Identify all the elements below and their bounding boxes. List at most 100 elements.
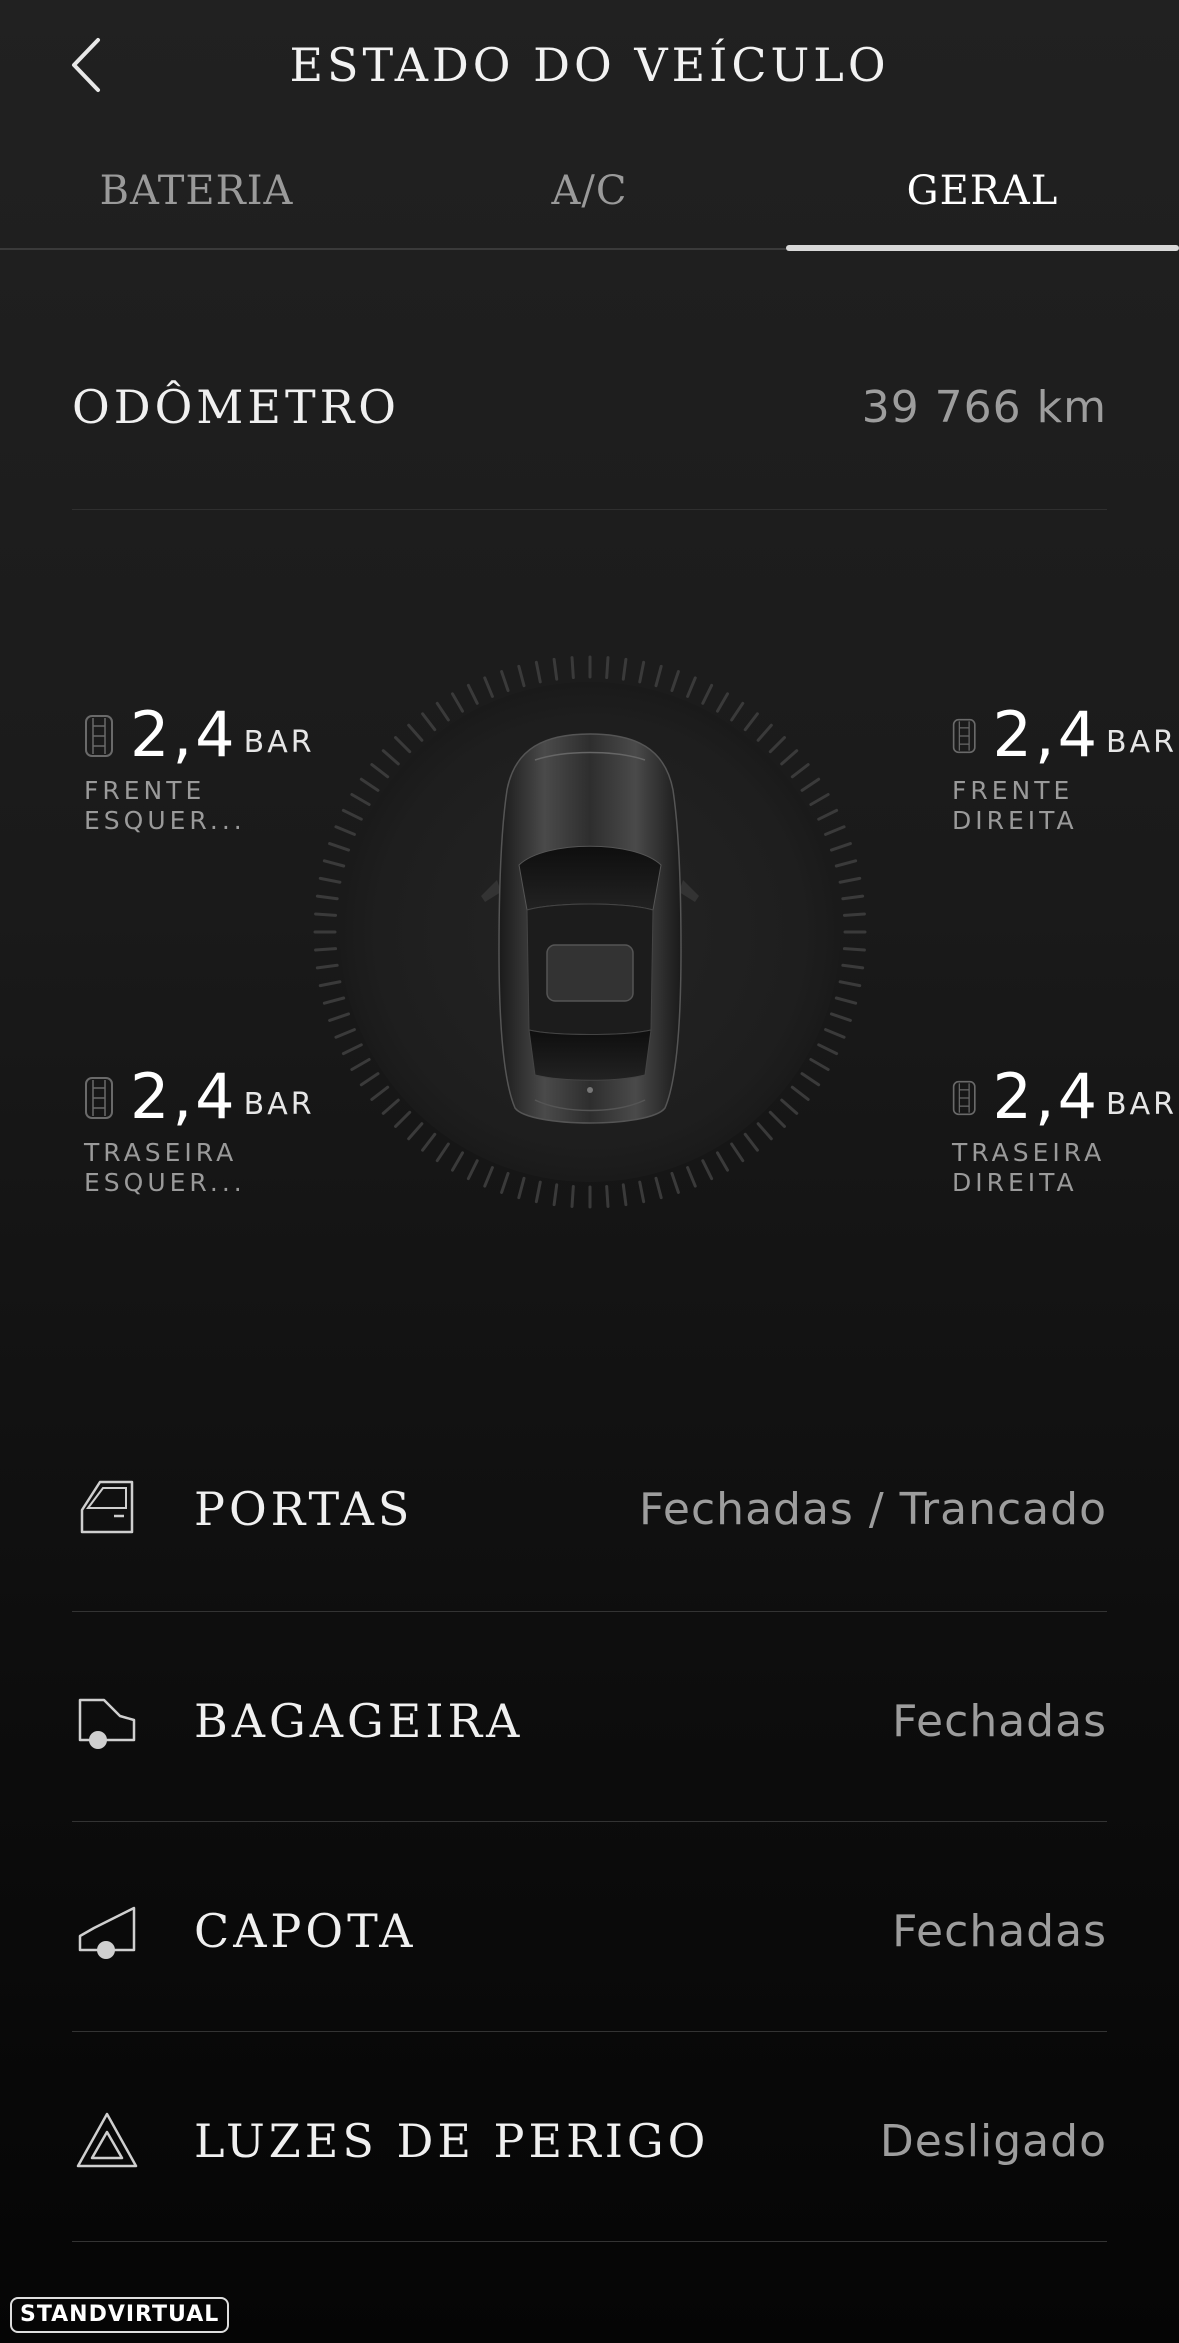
odometer-value: 39 766 km (861, 382, 1107, 433)
status-label: CAPOTA (194, 1904, 417, 1958)
status-label: PORTAS (194, 1482, 414, 1536)
tab-ac[interactable]: A/C (393, 140, 786, 248)
dial-tick (824, 825, 846, 836)
status-value: Fechadas / Trancado (639, 1484, 1107, 1535)
tire-icon (85, 1077, 113, 1119)
tab-bar: BATERIA A/C GERAL (0, 140, 1179, 251)
dial-tick (552, 1183, 559, 1207)
hazard-icon (76, 2112, 138, 2168)
dial-tick (834, 859, 858, 868)
dial-tick (842, 947, 866, 952)
status-label: LUZES DE PERIGO (194, 2114, 710, 2168)
tire-pressure-value: 2,4 (992, 1060, 1101, 1133)
dial-tick (435, 1142, 450, 1163)
dial-tick (621, 657, 628, 681)
status-row-doors[interactable]: PORTAS Fechadas / Trancado (72, 1400, 1107, 1612)
tire-icon (952, 1080, 976, 1116)
dial-tick (466, 683, 479, 705)
status-value: Fechadas (892, 1696, 1107, 1747)
tire-pressure-unit: BAR (1106, 1087, 1177, 1122)
tire-pressure-value: 2,4 (130, 1060, 238, 1133)
dial-tick (315, 963, 339, 970)
dial-tick (350, 793, 371, 806)
status-label: BAGAGEIRA (194, 1694, 524, 1748)
dial-tick (381, 1098, 400, 1115)
dial-tick (790, 763, 810, 779)
tab-geral[interactable]: GERAL (786, 140, 1179, 251)
dial-tick (314, 912, 338, 917)
dial-tick (334, 1028, 356, 1039)
dial-tick (809, 1058, 830, 1071)
dial-tick (370, 1085, 390, 1101)
status-value: Fechadas (892, 1906, 1107, 1957)
dial-tick (730, 1142, 745, 1163)
dial-tick (407, 723, 424, 742)
dial-tick (743, 1132, 759, 1152)
tire-icon (85, 715, 113, 757)
dial-tick (466, 1159, 479, 1181)
dial-tick (834, 996, 858, 1005)
tire-position-label: TRASEIRA DIREITA (952, 1138, 1106, 1197)
tire-icon (952, 718, 976, 754)
dial-tick (451, 1151, 464, 1172)
status-row-trunk[interactable]: BAGAGEIRA Fechadas (72, 1612, 1107, 1822)
dial-tick (315, 894, 339, 901)
dial-tick (341, 1043, 363, 1056)
dial-tick (841, 963, 865, 970)
tire-rear-left: 2,4 BAR TRASEIRA ESQUER... (84, 1062, 344, 1198)
dial-tick (394, 736, 412, 754)
tab-bateria[interactable]: BATERIA (0, 140, 393, 248)
dial-tick (829, 1012, 852, 1022)
odometer-label: ODÔMETRO (72, 380, 401, 434)
dial-tick (768, 1110, 786, 1128)
dial-tick (605, 656, 610, 680)
tire-position-label: FRENTE DIREITA (952, 776, 1078, 835)
tire-pressure-unit: BAR (243, 1087, 315, 1122)
dial-tick (534, 660, 542, 684)
dial-tick (322, 996, 346, 1005)
tire-position-label: FRENTE ESQUER... (84, 776, 246, 835)
status-list: PORTAS Fechadas / Trancado BAGAGEIRA Fec… (72, 1400, 1107, 2242)
tire-pressure-panel: 2,4 BAR FRENTE ESQUER... 2,4 BAR FRENTE … (0, 640, 1179, 1230)
header: ESTADO DO VEÍCULO (0, 0, 1179, 130)
dial-tick (730, 701, 745, 722)
dial-tick (817, 808, 839, 821)
dial-tick (570, 656, 575, 680)
tire-pressure-value: 2,4 (130, 698, 238, 771)
dial-tick (829, 842, 852, 852)
dial-tick (341, 808, 363, 821)
dial-tick (756, 1122, 773, 1141)
trunk-icon (78, 1698, 136, 1749)
dial-tick (421, 712, 437, 732)
dial-tick (841, 894, 865, 901)
dial-tick (407, 1122, 424, 1141)
tire-rear-right: 2,4 BAR TRASEIRA DIREITA (952, 1062, 1177, 1198)
dial-tick (670, 1171, 680, 1194)
status-value: Desligado (879, 2116, 1107, 2167)
dial-tick (800, 1072, 821, 1087)
dial-tick (716, 692, 729, 713)
status-row-hazard-lights[interactable]: LUZES DE PERIGO Desligado (72, 2032, 1107, 2242)
dial-tick (817, 1043, 839, 1056)
odometer-row: ODÔMETRO 39 766 km (72, 360, 1107, 510)
dial-tick (314, 947, 338, 952)
dial-tick (359, 1072, 380, 1087)
dial-tick (838, 876, 862, 884)
standvirtual-watermark: STANDVIRTUAL (10, 2297, 230, 2333)
status-row-hood[interactable]: CAPOTA Fechadas (72, 1822, 1107, 2032)
tire-pressure-unit: BAR (243, 725, 315, 760)
dial-tick (500, 1171, 510, 1194)
dial-tick (809, 793, 830, 806)
dial-tick (800, 777, 821, 792)
tire-front-left: 2,4 BAR FRENTE ESQUER... (84, 700, 344, 836)
dial-tick (701, 683, 714, 705)
tire-front-right: 2,4 BAR FRENTE DIREITA (952, 700, 1177, 836)
dial-tick (686, 676, 697, 698)
dial-tick (322, 859, 346, 868)
tire-position-label: TRASEIRA ESQUER... (84, 1138, 246, 1197)
dial-tick (483, 1166, 494, 1188)
dial-tick (670, 670, 680, 693)
dial-tick (780, 749, 799, 766)
dial-tick (318, 980, 342, 988)
dial-tick (328, 1012, 351, 1022)
